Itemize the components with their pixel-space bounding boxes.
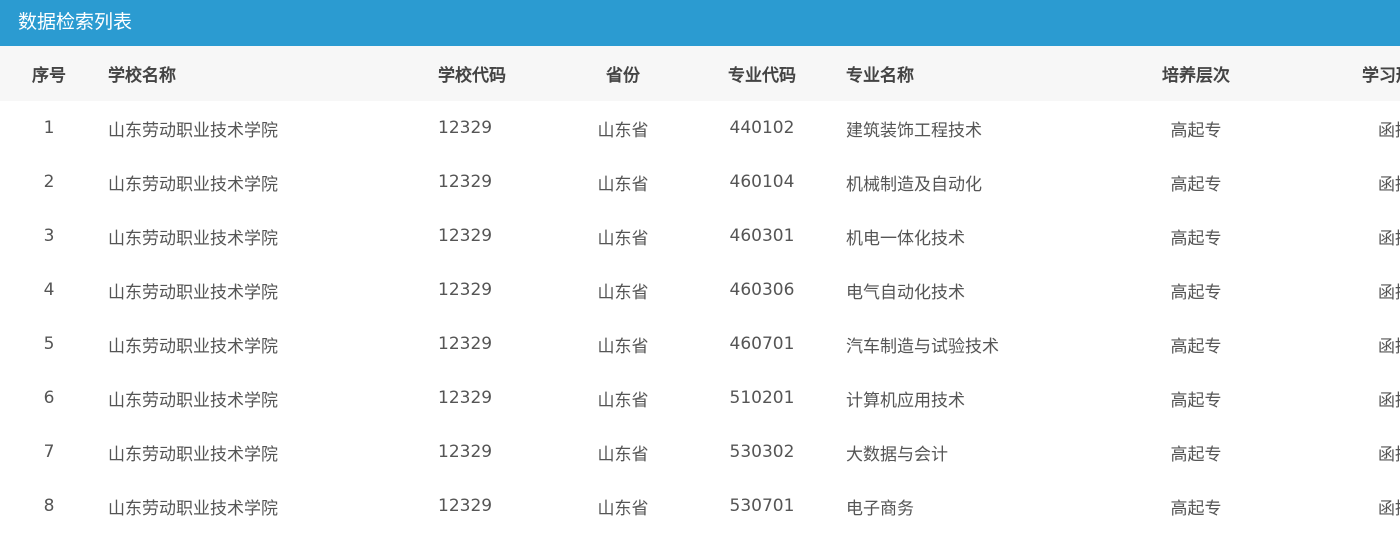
cell-level: 高起专 — [1170, 120, 1222, 141]
cell-province: 山东省 — [597, 390, 649, 411]
cell-study-mode: 函授 — [1378, 174, 1400, 195]
cell-province: 山东省 — [597, 120, 649, 141]
data-search-panel: 数据检索列表 序号 学校名称 学校代码 省份 专业代码 专业名称 培养层次 学习… — [0, 0, 1400, 531]
cell-school-code: 12329 — [438, 280, 493, 300]
cell-major-code: 460306 — [729, 280, 795, 300]
table-row: 7 山东劳动职业技术学院 12329 山东省 530302 大数据与会计 高起专… — [0, 425, 1400, 479]
cell-school-name: 山东劳动职业技术学院 — [108, 390, 278, 411]
cell-level: 高起专 — [1170, 444, 1222, 465]
cell-index: 4 — [43, 280, 55, 300]
cell-level: 高起专 — [1170, 174, 1222, 195]
column-header-index: 序号 — [32, 66, 66, 86]
cell-school-name: 山东劳动职业技术学院 — [108, 444, 278, 465]
table-row: 6 山东劳动职业技术学院 12329 山东省 510201 计算机应用技术 高起… — [0, 371, 1400, 425]
cell-school-code: 12329 — [438, 388, 493, 408]
cell-index: 5 — [43, 334, 55, 354]
cell-level: 高起专 — [1170, 282, 1222, 303]
cell-study-mode: 函授 — [1378, 228, 1400, 249]
cell-school-name: 山东劳动职业技术学院 — [108, 120, 278, 141]
cell-major-name: 电子商务 — [846, 498, 914, 519]
cell-province: 山东省 — [597, 228, 649, 249]
table-row: 3 山东劳动职业技术学院 12329 山东省 460301 机电一体化技术 高起… — [0, 209, 1400, 263]
cell-level: 高起专 — [1170, 498, 1222, 519]
cell-major-name: 大数据与会计 — [846, 444, 948, 465]
cell-major-code: 440102 — [729, 118, 795, 138]
table-header: 序号 学校名称 学校代码 省份 专业代码 专业名称 培养层次 学习形式 — [0, 46, 1400, 101]
cell-major-code: 530302 — [729, 442, 795, 462]
cell-study-mode: 函授 — [1378, 336, 1400, 357]
cell-school-code: 12329 — [438, 442, 493, 462]
cell-school-code: 12329 — [438, 172, 493, 192]
table-row: 2 山东劳动职业技术学院 12329 山东省 460104 机械制造及自动化 高… — [0, 155, 1400, 209]
cell-major-code: 460301 — [729, 226, 795, 246]
results-table: 序号 学校名称 学校代码 省份 专业代码 专业名称 培养层次 学习形式 1 山东… — [0, 46, 1400, 533]
cell-province: 山东省 — [597, 498, 649, 519]
header-row: 序号 学校名称 学校代码 省份 专业代码 专业名称 培养层次 学习形式 — [0, 46, 1400, 101]
column-header-province: 省份 — [606, 66, 640, 86]
cell-province: 山东省 — [597, 282, 649, 303]
cell-study-mode: 函授 — [1378, 120, 1400, 141]
cell-index: 6 — [43, 388, 55, 408]
column-header-major-name: 专业名称 — [846, 66, 914, 86]
column-header-level: 培养层次 — [1162, 66, 1230, 86]
table-row: 8 山东劳动职业技术学院 12329 山东省 530701 电子商务 高起专 函… — [0, 479, 1400, 533]
table-row: 5 山东劳动职业技术学院 12329 山东省 460701 汽车制造与试验技术 … — [0, 317, 1400, 371]
cell-major-name: 计算机应用技术 — [846, 390, 965, 411]
cell-level: 高起专 — [1170, 390, 1222, 411]
cell-major-name: 机电一体化技术 — [846, 228, 965, 249]
cell-province: 山东省 — [597, 444, 649, 465]
cell-index: 7 — [43, 442, 55, 462]
cell-study-mode: 函授 — [1378, 390, 1400, 411]
cell-school-code: 12329 — [438, 118, 493, 138]
cell-school-code: 12329 — [438, 334, 493, 354]
cell-school-code: 12329 — [438, 496, 493, 516]
column-header-school-name: 学校名称 — [108, 66, 176, 86]
cell-major-code: 510201 — [729, 388, 795, 408]
cell-school-name: 山东劳动职业技术学院 — [108, 498, 278, 519]
cell-major-name: 电气自动化技术 — [846, 282, 965, 303]
cell-school-name: 山东劳动职业技术学院 — [108, 336, 278, 357]
cell-major-code: 460701 — [729, 334, 795, 354]
table-body: 1 山东劳动职业技术学院 12329 山东省 440102 建筑装饰工程技术 高… — [0, 101, 1400, 533]
cell-index: 2 — [43, 172, 55, 192]
cell-school-name: 山东劳动职业技术学院 — [108, 282, 278, 303]
cell-province: 山东省 — [597, 174, 649, 195]
cell-level: 高起专 — [1170, 336, 1222, 357]
cell-major-name: 机械制造及自动化 — [846, 174, 982, 195]
cell-study-mode: 函授 — [1378, 498, 1400, 519]
cell-major-name: 建筑装饰工程技术 — [846, 120, 982, 141]
cell-school-name: 山东劳动职业技术学院 — [108, 228, 278, 249]
cell-province: 山东省 — [597, 336, 649, 357]
cell-index: 3 — [43, 226, 55, 246]
cell-index: 8 — [43, 496, 55, 516]
column-header-school-code: 学校代码 — [438, 66, 506, 86]
cell-study-mode: 函授 — [1378, 282, 1400, 303]
cell-school-code: 12329 — [438, 226, 493, 246]
cell-level: 高起专 — [1170, 228, 1222, 249]
panel-title: 数据检索列表 — [0, 0, 1400, 46]
column-header-study-mode: 学习形式 — [1362, 66, 1400, 86]
table-row: 1 山东劳动职业技术学院 12329 山东省 440102 建筑装饰工程技术 高… — [0, 101, 1400, 155]
cell-study-mode: 函授 — [1378, 444, 1400, 465]
cell-major-code: 530701 — [729, 496, 795, 516]
column-header-major-code: 专业代码 — [728, 66, 796, 86]
cell-major-code: 460104 — [729, 172, 795, 192]
cell-major-name: 汽车制造与试验技术 — [846, 336, 999, 357]
table-row: 4 山东劳动职业技术学院 12329 山东省 460306 电气自动化技术 高起… — [0, 263, 1400, 317]
cell-index: 1 — [43, 118, 55, 138]
cell-school-name: 山东劳动职业技术学院 — [108, 174, 278, 195]
